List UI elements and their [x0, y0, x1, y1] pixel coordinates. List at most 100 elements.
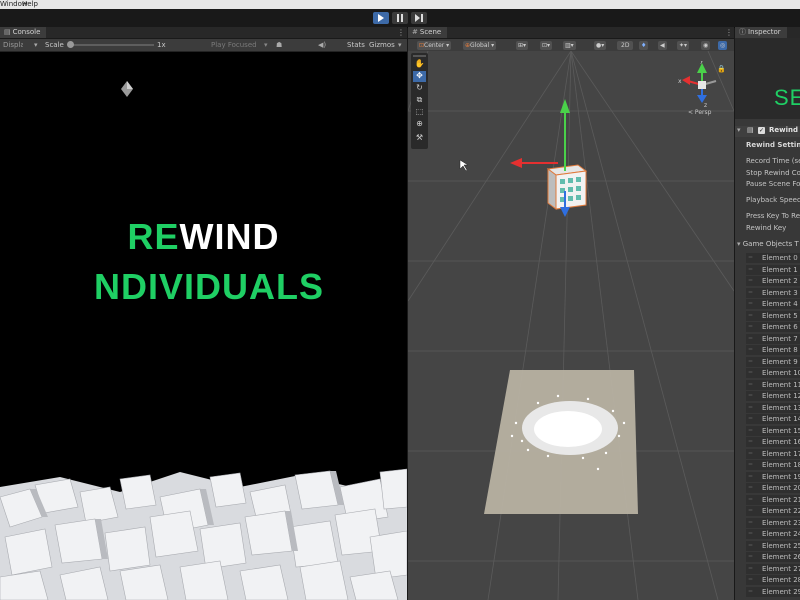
- drag-handle-icon[interactable]: =: [748, 519, 753, 526]
- 2d-toggle[interactable]: 2D: [617, 41, 634, 50]
- hidden-objects-toggle[interactable]: ◉: [701, 41, 711, 50]
- component-enabled-checkbox[interactable]: ✓: [758, 127, 765, 134]
- scale-slider[interactable]: [70, 44, 154, 46]
- display-dropdown-arrow-icon[interactable]: ▾: [34, 39, 38, 51]
- drag-handle-icon[interactable]: =: [748, 392, 753, 399]
- palette-grip[interactable]: [413, 55, 426, 57]
- drag-handle-icon[interactable]: =: [748, 427, 753, 434]
- list-item[interactable]: = Element 13: [746, 402, 800, 413]
- list-item[interactable]: = Element 25: [746, 540, 800, 551]
- drag-handle-icon[interactable]: =: [748, 312, 753, 319]
- lighting-toggle[interactable]: ♦: [639, 41, 649, 50]
- list-item[interactable]: = Element 22: [746, 506, 800, 516]
- scale-slider-handle[interactable]: [67, 41, 74, 48]
- orientation-gizmo[interactable]: y x z 🔒: [678, 61, 730, 115]
- play-focused-arrow-icon[interactable]: ▾: [264, 39, 268, 51]
- list-item[interactable]: = Element 3: [746, 287, 800, 298]
- drag-handle-icon[interactable]: =: [748, 438, 753, 445]
- drag-handle-icon[interactable]: =: [748, 496, 753, 503]
- list-item[interactable]: = Element 23: [746, 517, 800, 528]
- list-item[interactable]: = Element 17: [746, 448, 800, 459]
- list-item[interactable]: = Element 7: [746, 333, 800, 344]
- drag-handle-icon[interactable]: =: [748, 323, 753, 330]
- space-mode-dropdown[interactable]: ⊕Global ▾: [463, 41, 497, 50]
- list-item[interactable]: = Element 16: [746, 437, 800, 447]
- list-item[interactable]: = Element 27: [746, 563, 800, 574]
- scene-viewport[interactable]: [408, 51, 734, 600]
- stats-button[interactable]: Stats: [347, 39, 365, 51]
- foldout-arrow-icon[interactable]: ▾: [737, 240, 741, 248]
- transform-tool-icon[interactable]: ⊕: [413, 119, 426, 130]
- gizmos-dropdown-arrow-icon[interactable]: ▾: [398, 39, 402, 51]
- drag-handle-icon[interactable]: =: [748, 300, 753, 307]
- gizmo-y-cone[interactable]: [697, 63, 707, 73]
- drag-handle-icon[interactable]: =: [748, 266, 753, 273]
- drag-handle-icon[interactable]: =: [748, 346, 753, 353]
- game-view[interactable]: ▤Console ⋮ Display 1 ▾ Scale 1x Play Foc…: [0, 27, 407, 600]
- scene-view[interactable]: # Scene ⋮ ⊡Center ▾ ⊕Global ▾ ⊞▾ ⊡▾ ▥▾ ●▾…: [408, 27, 734, 600]
- rect-tool-icon[interactable]: ⬚: [413, 107, 426, 118]
- drag-handle-icon[interactable]: =: [748, 277, 753, 284]
- foldout-arrow-icon[interactable]: ▾: [737, 126, 741, 134]
- persp-label[interactable]: < Persp: [688, 109, 711, 116]
- drag-handle-icon[interactable]: =: [748, 473, 753, 480]
- list-item[interactable]: = Element 14: [746, 414, 800, 424]
- list-item[interactable]: = Element 4: [746, 299, 800, 309]
- list-item[interactable]: = Element 2: [746, 276, 800, 286]
- list-item[interactable]: = Element 1: [746, 264, 800, 275]
- selected-cube[interactable]: [546, 164, 588, 210]
- list-item[interactable]: = Element 6: [746, 322, 800, 332]
- list-item[interactable]: = Element 24: [746, 529, 800, 539]
- list-item[interactable]: = Element 29: [746, 586, 800, 597]
- audio-toggle[interactable]: ◀: [658, 41, 667, 50]
- drag-handle-icon[interactable]: =: [748, 484, 753, 491]
- component-header[interactable]: ▾ ▤ ✓ Rewind M: [735, 126, 800, 137]
- play-button[interactable]: [373, 12, 389, 24]
- drag-handle-icon[interactable]: =: [748, 289, 753, 296]
- drag-handle-icon[interactable]: =: [748, 335, 753, 342]
- pivot-mode-dropdown[interactable]: ⊡Center ▾: [417, 41, 452, 50]
- bug-icon[interactable]: ☗: [276, 39, 282, 51]
- kebab-icon[interactable]: ⋮: [725, 29, 733, 37]
- drag-handle-icon[interactable]: =: [748, 576, 753, 583]
- list-item[interactable]: = Element 8: [746, 345, 800, 355]
- effects-toggle[interactable]: ✦▾: [677, 41, 690, 50]
- drag-handle-icon[interactable]: =: [748, 507, 753, 514]
- drag-handle-icon[interactable]: =: [748, 565, 753, 572]
- kebab-icon[interactable]: ⋮: [397, 29, 405, 37]
- drag-handle-icon[interactable]: =: [748, 369, 753, 376]
- list-item[interactable]: = Element 20: [746, 483, 800, 493]
- list-item[interactable]: = Element 10: [746, 368, 800, 378]
- drag-handle-icon[interactable]: =: [748, 553, 753, 560]
- list-item[interactable]: = Element 12: [746, 391, 800, 401]
- snap-increment-button[interactable]: ⊡▾: [540, 41, 553, 50]
- drag-handle-icon[interactable]: =: [748, 415, 753, 422]
- grid-snap-button[interactable]: ⊞▾: [516, 41, 529, 50]
- menu-help[interactable]: Help: [22, 0, 38, 9]
- gizmos-toggle[interactable]: ◎: [718, 41, 728, 50]
- drag-handle-icon[interactable]: =: [748, 542, 753, 549]
- display-dropdown[interactable]: Display 1: [3, 39, 23, 51]
- drag-handle-icon[interactable]: =: [748, 450, 753, 457]
- drag-handle-icon[interactable]: =: [748, 254, 753, 261]
- rotate-tool-icon[interactable]: ↻: [413, 83, 426, 94]
- drag-handle-icon[interactable]: =: [748, 358, 753, 365]
- tab-console[interactable]: ▤ Console: [0, 27, 47, 38]
- list-item[interactable]: = Element 11: [746, 379, 800, 390]
- tab-scene[interactable]: # Scene: [408, 27, 448, 38]
- shading-mode-button[interactable]: ●▾: [594, 41, 607, 50]
- game-objects-list-header[interactable]: ▾ Game Objects T: [737, 240, 799, 248]
- view-options-button[interactable]: ▥▾: [563, 41, 576, 50]
- list-item[interactable]: = Element 0: [746, 253, 800, 263]
- list-item[interactable]: = Element 15: [746, 425, 800, 436]
- drag-handle-icon[interactable]: =: [748, 381, 753, 388]
- custom-tool-icon[interactable]: ⚒: [413, 133, 426, 144]
- step-button[interactable]: [411, 12, 427, 24]
- play-focused-dropdown[interactable]: Play Focused: [211, 39, 257, 51]
- drag-handle-icon[interactable]: =: [748, 530, 753, 537]
- tab-inspector[interactable]: ⓘ Inspector: [735, 27, 787, 38]
- list-item[interactable]: = Element 19: [746, 471, 800, 482]
- list-item[interactable]: = Element 21: [746, 494, 800, 505]
- list-item[interactable]: = Element 18: [746, 460, 800, 470]
- lock-icon[interactable]: 🔒: [717, 65, 726, 73]
